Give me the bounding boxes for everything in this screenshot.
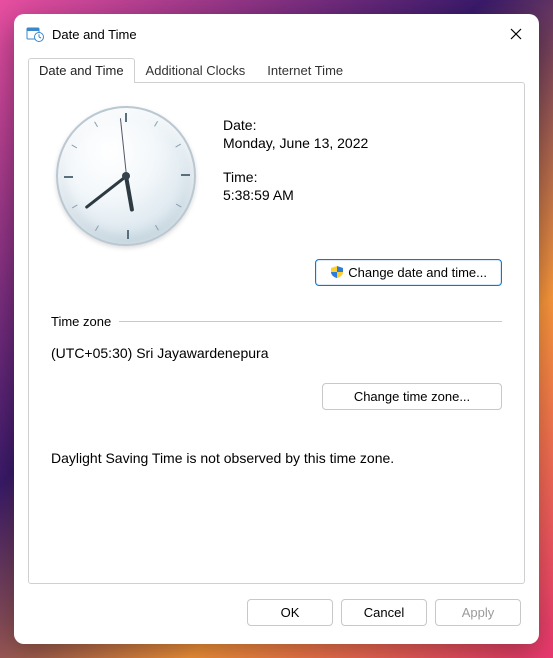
button-label: Change time zone... [354,389,470,404]
change-date-time-button[interactable]: Change date and time... [315,259,502,286]
date-time-dialog: Date and Time Date and Time Additional C… [14,14,539,644]
clock-center [122,172,130,180]
apply-button[interactable]: Apply [435,599,521,626]
clock-hour-hand [124,176,134,212]
date-label: Date: [223,117,502,133]
cancel-button[interactable]: Cancel [341,599,427,626]
dst-note: Daylight Saving Time is not observed by … [51,450,502,466]
timezone-group-header: Time zone [51,314,502,329]
tab-additional-clocks[interactable]: Additional Clocks [135,58,257,83]
dialog-footer: OK Cancel Apply [14,594,539,644]
close-button[interactable] [493,14,539,54]
time-value: 5:38:59 AM [223,187,502,203]
analog-clock: // placeholder: ticks drawn below via st… [51,101,201,251]
date-time-info: Date: Monday, June 13, 2022 Time: 5:38:5… [223,101,502,221]
button-label: Cancel [364,605,404,620]
date-time-icon [26,25,44,43]
window-title: Date and Time [52,27,493,42]
tab-strip: Date and Time Additional Clocks Internet… [14,54,539,82]
ok-button[interactable]: OK [247,599,333,626]
clock-minute-hand [84,175,127,209]
button-label: Change date and time... [348,265,487,280]
timezone-value: (UTC+05:30) Sri Jayawardenepura [51,345,502,361]
clock-face: // placeholder: ticks drawn below via st… [56,106,196,246]
button-label: OK [281,605,300,620]
tab-date-and-time[interactable]: Date and Time [28,58,135,83]
tab-label: Internet Time [267,63,343,78]
time-label: Time: [223,169,502,185]
tab-label: Date and Time [39,63,124,78]
tab-panel-date-and-time: // placeholder: ticks drawn below via st… [28,82,525,584]
tab-internet-time[interactable]: Internet Time [256,58,354,83]
uac-shield-icon [330,265,344,279]
timezone-group-label: Time zone [51,314,111,329]
divider [119,321,502,322]
date-time-row: // placeholder: ticks drawn below via st… [51,101,502,251]
clock-second-hand [119,118,126,176]
button-label: Apply [462,605,495,620]
tab-label: Additional Clocks [146,63,246,78]
close-icon [510,28,522,40]
titlebar: Date and Time [14,14,539,54]
change-time-zone-button[interactable]: Change time zone... [322,383,502,410]
date-value: Monday, June 13, 2022 [223,135,502,151]
